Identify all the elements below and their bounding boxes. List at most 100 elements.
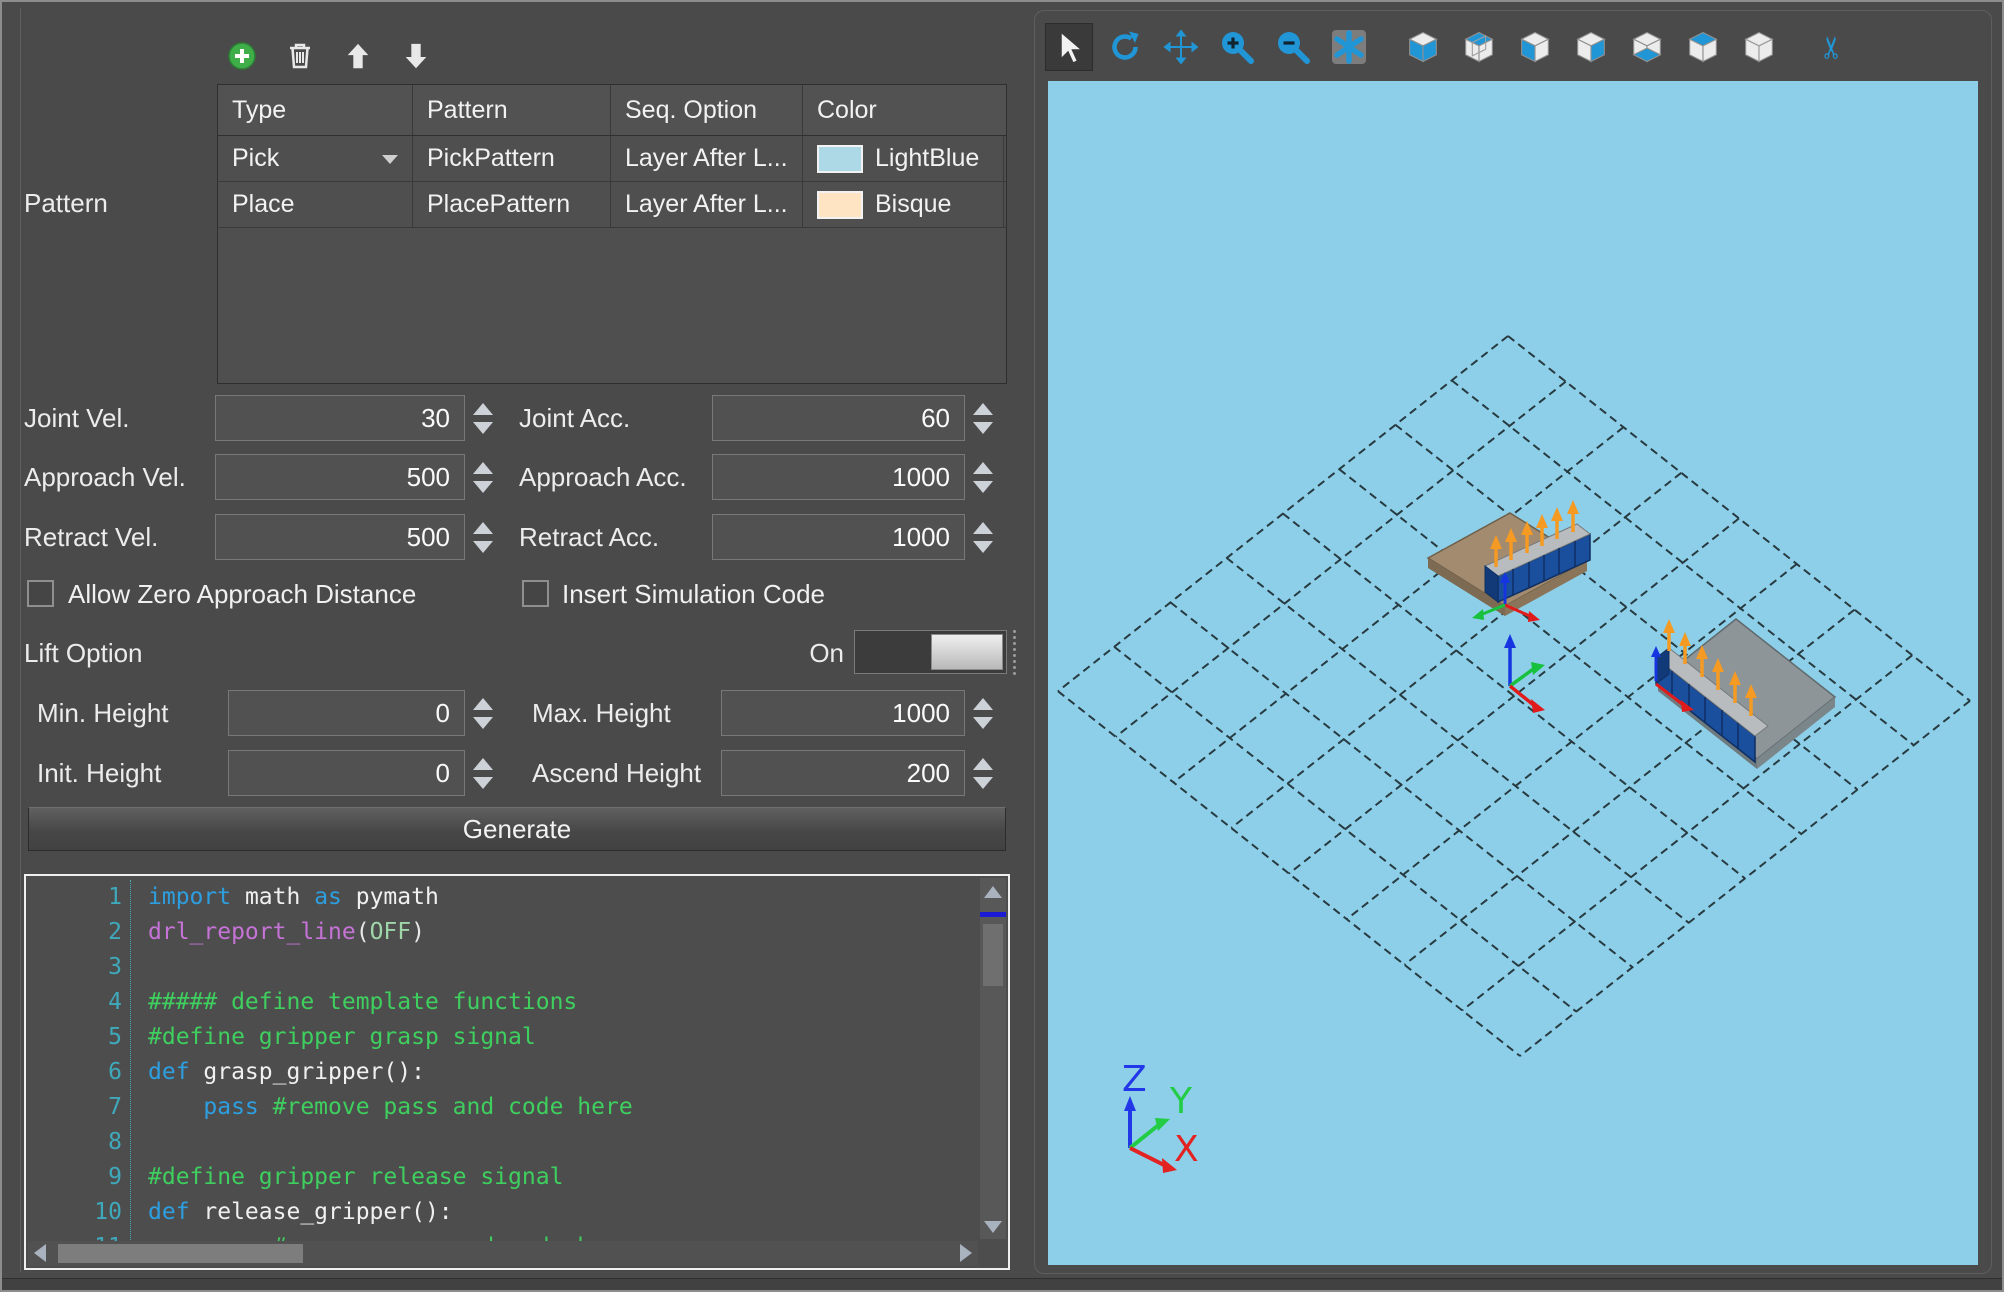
joint-acc-field[interactable]: 60 xyxy=(712,395,965,441)
horizontal-scrollbar[interactable] xyxy=(28,1241,978,1266)
color-swatch xyxy=(817,145,863,173)
vertical-scrollbar[interactable] xyxy=(980,878,1006,1239)
pattern-table-toolbar xyxy=(224,38,434,74)
3d-scene: Z Y X xyxy=(1048,81,1978,1265)
joint-vel-label: Joint Vel. xyxy=(24,395,130,441)
code-line[interactable]: 2drl_report_line(OFF) xyxy=(26,915,978,950)
joint-vel-stepper[interactable] xyxy=(470,395,496,441)
ascend-height-stepper[interactable] xyxy=(970,750,996,796)
init-height-stepper[interactable] xyxy=(470,750,496,796)
column-header-pattern[interactable]: Pattern xyxy=(413,85,611,135)
world-axis-indicator: Z Y X xyxy=(1122,1059,1199,1173)
allow-zero-approach-checkbox[interactable] xyxy=(27,580,54,607)
move-row-down-button[interactable] xyxy=(398,38,434,74)
pattern-table-row[interactable]: PickPickPatternLayer After L...LightBlue xyxy=(218,136,1006,182)
place-pallet[interactable] xyxy=(1651,619,1835,769)
insert-simulation-code-checkbox[interactable] xyxy=(522,580,549,607)
pattern-cell[interactable]: PickPattern xyxy=(413,136,611,181)
insert-simulation-code-label: Insert Simulation Code xyxy=(562,579,825,609)
select-tool-button[interactable] xyxy=(1045,23,1093,71)
vertical-scroll-thumb[interactable] xyxy=(983,924,1003,986)
dropdown-caret-icon[interactable] xyxy=(382,155,398,164)
horizontal-scroll-thumb[interactable] xyxy=(58,1244,303,1263)
min-height-label: Min. Height xyxy=(37,690,169,736)
approach-vel-stepper[interactable] xyxy=(470,454,496,500)
rotate-view-button[interactable] xyxy=(1101,23,1149,71)
delete-row-button[interactable] xyxy=(282,38,318,74)
ascend-height-field[interactable]: 200 xyxy=(721,750,965,796)
joint-vel-field[interactable]: 30 xyxy=(215,395,465,441)
scroll-down-icon[interactable] xyxy=(984,1221,1002,1233)
line-number: 9 xyxy=(26,1160,138,1195)
add-row-button[interactable] xyxy=(224,38,260,74)
column-header-seq-option[interactable]: Seq. Option xyxy=(611,85,803,135)
line-number: 10 xyxy=(26,1195,138,1230)
init-height-field[interactable]: 0 xyxy=(228,750,465,796)
color-cell[interactable]: Bisque xyxy=(803,182,1004,227)
section-cut-button[interactable]: ✂ xyxy=(1809,23,1857,71)
view-bottom-button[interactable] xyxy=(1623,23,1671,71)
retract-vel-field[interactable]: 500 xyxy=(215,514,465,560)
zoom-in-button[interactable] xyxy=(1213,23,1261,71)
zoom-out-button[interactable] xyxy=(1269,23,1317,71)
x-axis-label: X xyxy=(1174,1129,1199,1170)
view-top-button[interactable] xyxy=(1679,23,1727,71)
joint-acc-stepper[interactable] xyxy=(970,395,996,441)
column-header-type[interactable]: Type xyxy=(218,85,413,135)
palletizing-template-window: Pattern Type Pattern Seq. Option Color P… xyxy=(0,0,2004,1292)
code-line[interactable]: 10def release_gripper(): xyxy=(26,1195,978,1230)
view-back-button[interactable] xyxy=(1455,23,1503,71)
scroll-right-icon[interactable] xyxy=(960,1244,972,1262)
generate-button[interactable]: Generate xyxy=(28,807,1006,851)
retract-vel-stepper[interactable] xyxy=(470,514,496,560)
code-line[interactable]: 4##### define template functions xyxy=(26,985,978,1020)
view-left-button[interactable] xyxy=(1511,23,1559,71)
max-height-stepper[interactable] xyxy=(970,690,996,736)
code-line[interactable]: 3 xyxy=(26,950,978,985)
3d-viewport[interactable]: Z Y X xyxy=(1048,81,1978,1265)
viewport-toolbar: ✂ xyxy=(1045,19,1857,75)
pan-icon xyxy=(1162,28,1200,66)
seq-option-cell[interactable]: Layer After L... xyxy=(611,182,803,227)
color-cell[interactable]: LightBlue xyxy=(803,136,1004,181)
trash-icon xyxy=(284,40,316,72)
approach-vel-label: Approach Vel. xyxy=(24,454,186,500)
pan-view-button[interactable] xyxy=(1157,23,1205,71)
code-line[interactable]: 1import math as pymath xyxy=(26,880,978,915)
seq-option-cell[interactable]: Layer After L... xyxy=(611,136,803,181)
pick-pallet[interactable] xyxy=(1428,500,1590,622)
type-cell[interactable]: Place xyxy=(218,182,413,227)
scroll-up-icon[interactable] xyxy=(984,886,1002,898)
z-axis-label: Z xyxy=(1122,1059,1147,1100)
panel-splitter-grip[interactable] xyxy=(1013,630,1016,675)
view-isometric-button[interactable] xyxy=(1735,23,1783,71)
min-height-stepper[interactable] xyxy=(470,690,496,736)
code-line[interactable]: 9#define gripper release signal xyxy=(26,1160,978,1195)
approach-acc-stepper[interactable] xyxy=(970,454,996,500)
pattern-section-label: Pattern xyxy=(24,180,108,226)
code-line[interactable]: 8 xyxy=(26,1125,978,1160)
view-right-button[interactable] xyxy=(1567,23,1615,71)
code-line[interactable]: 11 pass #remove pass and code here xyxy=(26,1230,978,1241)
code-line[interactable]: 5#define gripper grasp signal xyxy=(26,1020,978,1055)
code-line[interactable]: 6def grasp_gripper(): xyxy=(26,1055,978,1090)
lift-option-toggle[interactable] xyxy=(854,630,1007,674)
column-header-color[interactable]: Color xyxy=(803,85,1004,135)
move-row-up-button[interactable] xyxy=(340,38,376,74)
type-cell[interactable]: Pick xyxy=(218,136,413,181)
pattern-cell[interactable]: PlacePattern xyxy=(413,182,611,227)
min-height-field[interactable]: 0 xyxy=(228,690,465,736)
code-area[interactable]: 1import math as pymath2drl_report_line(O… xyxy=(26,876,978,1241)
zoom-fit-button[interactable] xyxy=(1325,23,1373,71)
retract-acc-stepper[interactable] xyxy=(970,514,996,560)
pattern-table-row[interactable]: PlacePlacePatternLayer After L...Bisque xyxy=(218,182,1006,228)
code-line[interactable]: 7 pass #remove pass and code here xyxy=(26,1090,978,1125)
y-axis-label: Y xyxy=(1169,1081,1193,1122)
retract-acc-field[interactable]: 1000 xyxy=(712,514,965,560)
approach-acc-label: Approach Acc. xyxy=(519,454,687,500)
approach-acc-field[interactable]: 1000 xyxy=(712,454,965,500)
view-front-button[interactable] xyxy=(1399,23,1447,71)
scroll-left-icon[interactable] xyxy=(34,1244,46,1262)
approach-vel-field[interactable]: 500 xyxy=(215,454,465,500)
max-height-field[interactable]: 1000 xyxy=(721,690,965,736)
